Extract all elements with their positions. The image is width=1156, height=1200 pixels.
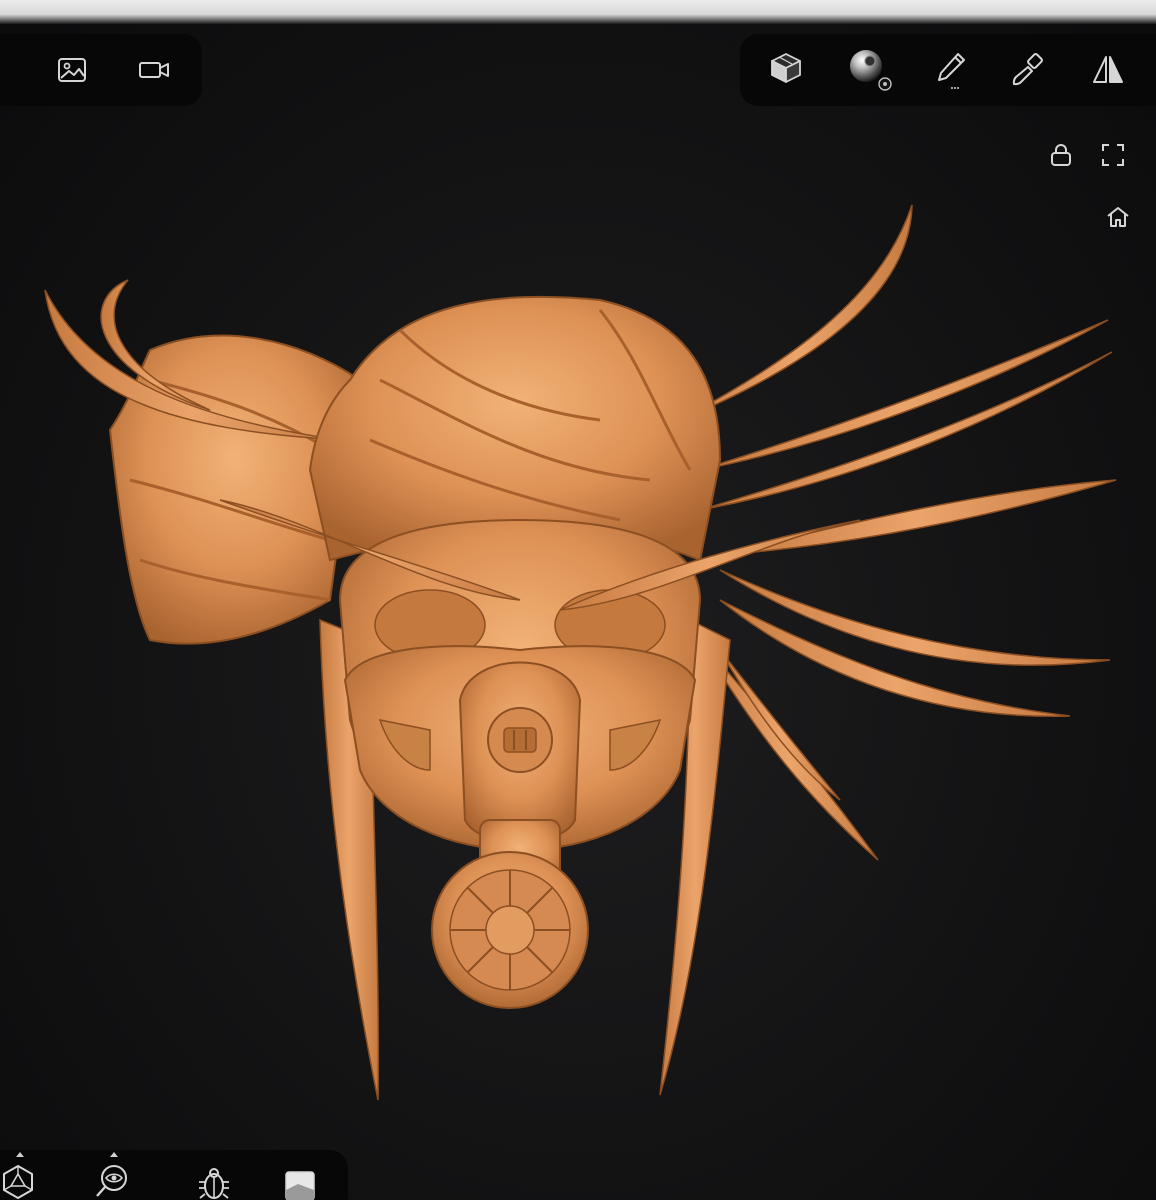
cube-icon[interactable]: [278, 1162, 322, 1200]
device-bezel: [0, 0, 1156, 24]
top-right-toolbar: [740, 34, 1156, 106]
caret-up-icon: [110, 1152, 118, 1157]
paint-brush-icon[interactable]: [1006, 48, 1050, 92]
video-camera-icon[interactable]: [132, 48, 176, 92]
partial-circle-icon[interactable]: [0, 48, 2, 92]
3d-viewport[interactable]: [0, 110, 1156, 1150]
sculpting-app-screen: [0, 0, 1156, 1200]
symmetry-icon[interactable]: [1086, 48, 1130, 92]
gallery-icon[interactable]: [50, 48, 94, 92]
material-sphere-icon[interactable]: [842, 42, 898, 98]
brush-pen-icon[interactable]: [928, 48, 972, 92]
polyhedron-icon[interactable]: [0, 1160, 40, 1200]
bug-icon[interactable]: [192, 1162, 236, 1200]
bottom-toolbar: [0, 1150, 348, 1200]
sculpt-model[interactable]: [0, 110, 1156, 1150]
inspect-eye-icon[interactable]: [90, 1160, 134, 1200]
top-left-toolbar: [0, 34, 202, 106]
scene-box-icon[interactable]: [764, 46, 808, 90]
caret-up-icon: [16, 1152, 24, 1157]
